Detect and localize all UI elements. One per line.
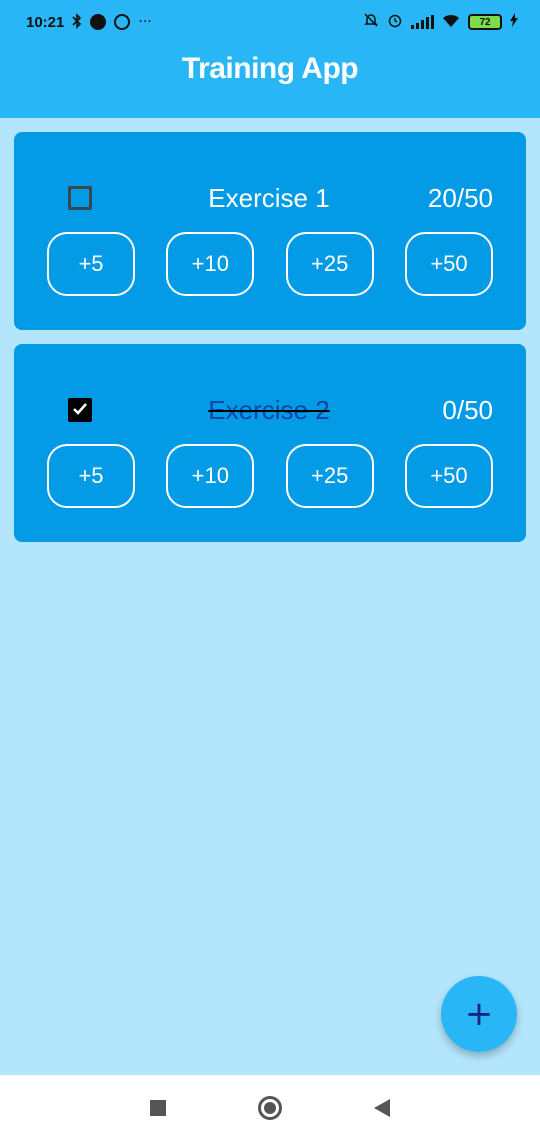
add-5-button[interactable]: +5 [47,232,135,296]
exercise-count: 0/50 [442,395,493,425]
add-25-button[interactable]: +25 [285,444,374,508]
status-left: 10:21 ··· [26,12,152,32]
exercise-header-row: Exercise 1 20/50 [14,180,526,216]
increment-buttons: +5 +10 +25 +50 [47,232,493,296]
add-exercise-button[interactable]: + [441,976,517,1052]
spotify-icon [90,14,107,30]
recents-square-icon[interactable] [150,1099,166,1116]
notifications-muted-icon [363,12,379,32]
exercise-count: 20/50 [427,183,493,213]
increment-buttons: +5 +10 +25 +50 [47,444,493,508]
target-icon [114,14,131,30]
add-25-button[interactable]: +25 [285,232,374,296]
signal-icon [411,15,434,29]
battery-icon: 72 [468,14,502,30]
page-title: Training App [181,52,359,85]
status-bar: 10:21 ··· 72 [0,0,540,44]
system-nav-bar [0,1075,540,1140]
charging-icon [510,13,518,31]
add-10-button[interactable]: +10 [166,444,255,508]
back-triangle-icon[interactable] [374,1098,390,1117]
exercise-name: Exercise 1 [208,183,330,213]
exercise-card: Exercise 1 20/50 +5 +10 +25 +50 [14,132,526,330]
exercise-checkbox[interactable] [68,186,92,210]
bluetooth-icon [72,12,82,32]
wifi-icon [442,13,460,32]
add-50-button[interactable]: +50 [404,232,493,296]
exercise-header-row: Exercise 2 0/50 [14,392,526,428]
more-dots-icon: ··· [138,14,152,30]
clock: 10:21 [26,13,65,31]
app-header: 10:21 ··· 72 Training App [0,0,540,118]
home-circle-icon[interactable] [258,1095,282,1120]
add-50-button[interactable]: +50 [404,444,493,508]
checkmark-icon [72,402,88,419]
add-5-button[interactable]: +5 [47,444,135,508]
exercise-card: Exercise 2 0/50 +5 +10 +25 +50 [14,344,526,542]
exercise-name: Exercise 2 [208,395,330,425]
plus-icon: + [464,994,494,1034]
exercise-checkbox[interactable] [68,398,92,422]
status-right: 72 [363,12,518,32]
alarm-icon [387,12,403,32]
add-10-button[interactable]: +10 [166,232,255,296]
